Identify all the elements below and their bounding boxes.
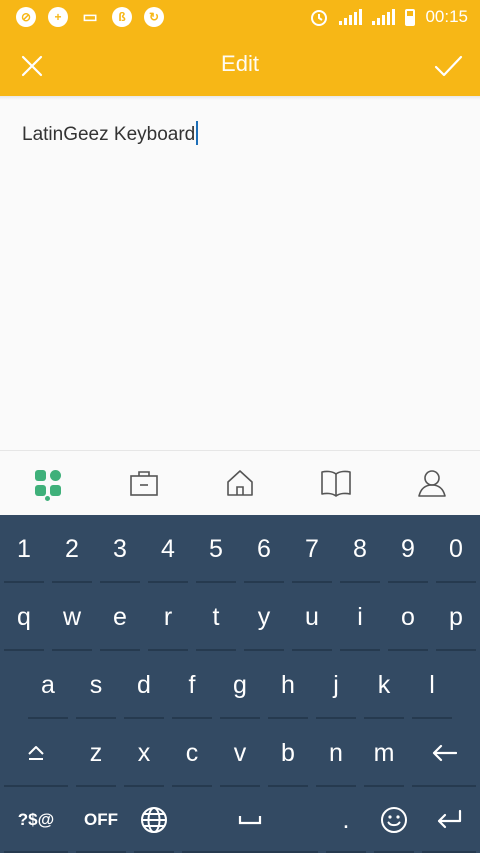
key-u[interactable]: u bbox=[288, 583, 336, 651]
keyboard-row-numbers: 1 2 3 4 5 6 7 8 9 0 bbox=[0, 515, 480, 583]
key-1[interactable]: 1 bbox=[0, 515, 48, 583]
key-k[interactable]: k bbox=[360, 651, 408, 719]
emoji-key[interactable] bbox=[370, 787, 418, 853]
text-caret bbox=[196, 121, 199, 145]
key-a[interactable]: a bbox=[24, 651, 72, 719]
key-b[interactable]: b bbox=[264, 719, 312, 787]
key-w[interactable]: w bbox=[48, 583, 96, 651]
page-title: Edit bbox=[221, 51, 259, 76]
key-t[interactable]: t bbox=[192, 583, 240, 651]
key-n[interactable]: n bbox=[312, 719, 360, 787]
key-q[interactable]: q bbox=[0, 583, 48, 651]
book-icon bbox=[321, 470, 351, 497]
signal-icon bbox=[372, 9, 396, 25]
symbols-key[interactable]: ?$@ bbox=[0, 787, 72, 853]
key-z[interactable]: z bbox=[72, 719, 120, 787]
editor-content[interactable]: LatinGeez Keyboard bbox=[22, 121, 199, 146]
shift-key[interactable] bbox=[0, 719, 72, 787]
key-v[interactable]: v bbox=[216, 719, 264, 787]
enter-key[interactable] bbox=[418, 787, 480, 853]
off-key[interactable]: OFF bbox=[72, 787, 130, 853]
battery-icon bbox=[405, 8, 416, 26]
enter-icon bbox=[437, 809, 462, 829]
key-5[interactable]: 5 bbox=[192, 515, 240, 583]
check-icon bbox=[434, 55, 463, 77]
nav-profile[interactable] bbox=[412, 463, 452, 503]
key-6[interactable]: 6 bbox=[240, 515, 288, 583]
key-3[interactable]: 3 bbox=[96, 515, 144, 583]
backspace-key[interactable] bbox=[408, 719, 480, 787]
key-2[interactable]: 2 bbox=[48, 515, 96, 583]
keyboard-row-function: ?$@ OFF . bbox=[0, 787, 480, 853]
emoji-icon bbox=[381, 807, 407, 833]
key-c[interactable]: c bbox=[168, 719, 216, 787]
active-nav-indicator bbox=[45, 496, 50, 501]
keyboard-row-bottom: z x c v b n m bbox=[0, 719, 480, 787]
status-time: 00:15 bbox=[425, 7, 468, 26]
key-f[interactable]: f bbox=[168, 651, 216, 719]
space-icon bbox=[238, 816, 262, 825]
key-o[interactable]: o bbox=[384, 583, 432, 651]
nav-home[interactable] bbox=[220, 463, 260, 503]
key-8[interactable]: 8 bbox=[336, 515, 384, 583]
sync-icon: ↻ bbox=[144, 7, 164, 27]
text-editor[interactable]: LatinGeez Keyboard bbox=[0, 100, 480, 450]
key-e[interactable]: e bbox=[96, 583, 144, 651]
key-r[interactable]: r bbox=[144, 583, 192, 651]
notification-icons: ⊘ + ▭ ß ↻ bbox=[16, 7, 164, 27]
key-i[interactable]: i bbox=[336, 583, 384, 651]
battery-saver-icon: ▭ bbox=[82, 9, 98, 26]
alarm-icon bbox=[311, 10, 328, 26]
briefcase-icon bbox=[130, 471, 158, 496]
key-x[interactable]: x bbox=[120, 719, 168, 787]
system-icons: 00:15 bbox=[309, 7, 468, 27]
nav-book[interactable] bbox=[316, 463, 356, 503]
key-l[interactable]: l bbox=[408, 651, 456, 719]
backspace-icon bbox=[432, 744, 457, 762]
app-bar: Edit bbox=[0, 34, 480, 96]
no-entry-icon: ⊘ bbox=[16, 7, 36, 27]
editor-text: LatinGeez Keyboard bbox=[22, 124, 196, 145]
key-9[interactable]: 9 bbox=[384, 515, 432, 583]
key-p[interactable]: p bbox=[432, 583, 480, 651]
plus-circle-icon: + bbox=[48, 7, 68, 27]
key-d[interactable]: d bbox=[120, 651, 168, 719]
period-key[interactable]: . bbox=[322, 787, 370, 853]
key-g[interactable]: g bbox=[216, 651, 264, 719]
bluetooth-badge-icon: ß bbox=[112, 7, 132, 27]
shift-icon bbox=[28, 746, 44, 760]
key-h[interactable]: h bbox=[264, 651, 312, 719]
key-y[interactable]: y bbox=[240, 583, 288, 651]
confirm-button[interactable] bbox=[430, 48, 466, 84]
home-icon bbox=[227, 470, 253, 496]
key-j[interactable]: j bbox=[312, 651, 360, 719]
keyboard-row-home: a s d f g h j k l bbox=[0, 651, 480, 719]
globe-icon bbox=[141, 807, 167, 833]
nav-briefcase[interactable] bbox=[124, 463, 164, 503]
key-7[interactable]: 7 bbox=[288, 515, 336, 583]
bottom-navigation bbox=[0, 450, 480, 515]
key-s[interactable]: s bbox=[72, 651, 120, 719]
signal-icon bbox=[339, 9, 363, 25]
user-icon bbox=[418, 470, 446, 497]
key-4[interactable]: 4 bbox=[144, 515, 192, 583]
keyboard: 1 2 3 4 5 6 7 8 9 0 q w e r t y u i o p … bbox=[0, 515, 480, 853]
space-key[interactable] bbox=[178, 787, 322, 853]
key-0[interactable]: 0 bbox=[432, 515, 480, 583]
key-m[interactable]: m bbox=[360, 719, 408, 787]
language-key[interactable] bbox=[130, 787, 178, 853]
status-bar: ⊘ + ▭ ß ↻ 00:15 bbox=[0, 0, 480, 34]
apps-grid-icon bbox=[35, 470, 61, 496]
keyboard-row-top: q w e r t y u i o p bbox=[0, 583, 480, 651]
